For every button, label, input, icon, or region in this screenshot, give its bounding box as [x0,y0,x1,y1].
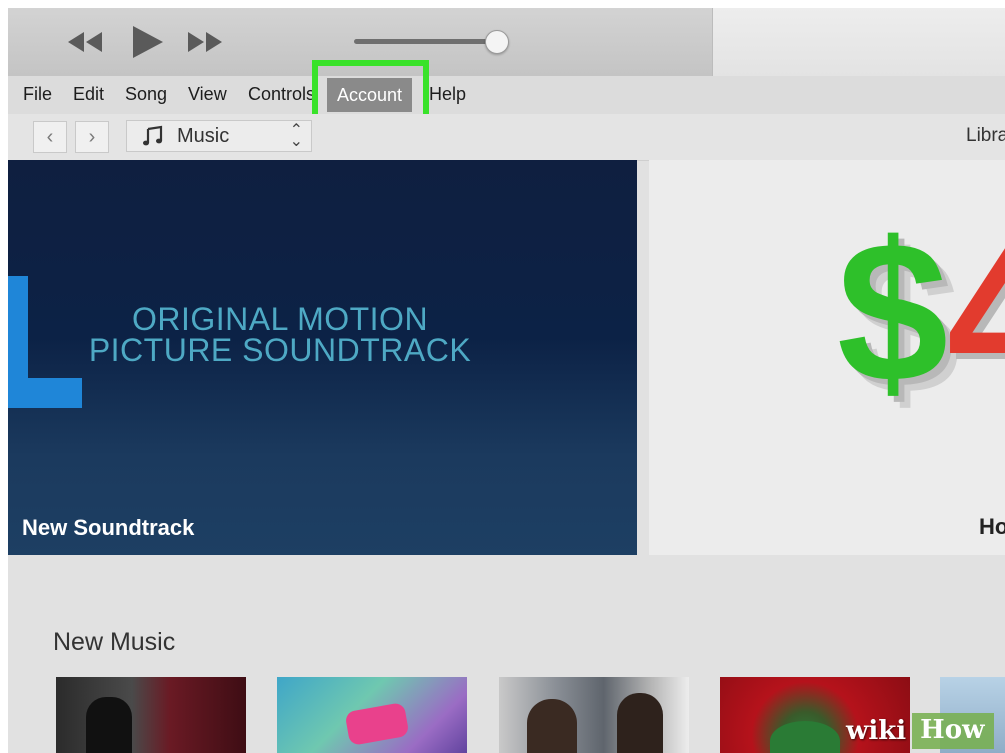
rewind-icon[interactable] [66,24,106,60]
chevron-left-icon: ‹ [46,125,54,148]
album-artwork[interactable] [56,677,246,753]
fast-forward-icon[interactable] [184,24,224,60]
player-bar [8,8,1005,76]
back-button[interactable]: ‹ [33,121,67,153]
menu-song[interactable]: Song [125,84,167,105]
media-type-label: Music [177,124,230,147]
menu-view[interactable]: View [188,84,227,105]
volume-slider-knob[interactable] [485,30,509,54]
chevron-updown-icon: ⌃ ⌄ [289,122,303,150]
music-note-icon [143,125,163,146]
banner-art-four: 4 [947,201,1005,424]
chevron-right-icon: › [88,125,96,148]
album-artwork[interactable] [277,677,467,753]
itunes-window: File Edit Song View Controls Account Hel… [8,8,1005,753]
banner-caption-left: New Soundtrack [22,515,195,540]
banner-caption-right: Ho [979,514,1005,539]
album-artwork[interactable] [499,677,689,753]
forward-button[interactable]: › [75,121,109,153]
wikihow-watermark: wiki How [838,708,1005,753]
play-icon[interactable] [129,24,165,60]
banner-headline: ORIGINAL MOTION PICTURE SOUNDTRACK [88,301,472,368]
section-title-new-music[interactable]: New Music [53,628,175,657]
status-display [712,8,1005,76]
featured-banner-soundtrack[interactable]: ORIGINAL MOTION PICTURE SOUNDTRACK New S… [8,160,637,555]
menu-account[interactable]: Account [327,78,412,112]
menu-controls[interactable]: Controls [248,84,318,105]
menu-help[interactable]: Help [429,84,466,105]
volume-slider-track[interactable] [354,39,494,44]
menu-file[interactable]: File [23,84,52,105]
library-tab[interactable]: Libra [966,125,1005,147]
banner-art-dollar: $ [837,201,949,424]
featured-banner-right[interactable]: $ 4 Ho [649,160,1005,555]
menu-edit[interactable]: Edit [73,84,104,105]
media-type-select[interactable]: Music ⌃ ⌄ [126,120,312,152]
album-art-letter-shape [8,276,82,408]
